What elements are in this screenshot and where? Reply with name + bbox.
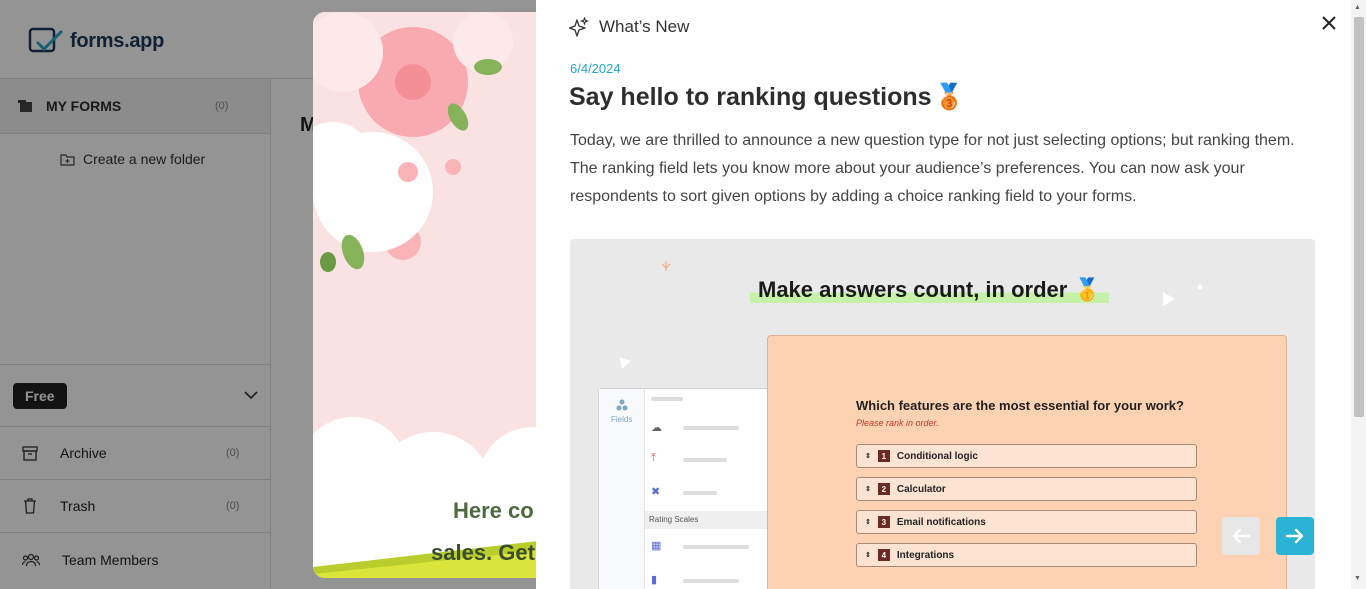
builder-row bbox=[651, 397, 683, 401]
drag-handle-icon: ⇕ bbox=[865, 486, 871, 493]
grid-icon: ▦ bbox=[651, 540, 662, 552]
rank-number: 1 bbox=[877, 450, 890, 462]
cross-icon: ✖ bbox=[651, 486, 661, 498]
post-headline: Say hello to ranking questions 🥉 bbox=[569, 83, 965, 112]
close-icon[interactable] bbox=[1319, 13, 1339, 33]
builder-row bbox=[683, 491, 717, 495]
post-date: 6/4/2024 bbox=[570, 61, 621, 76]
drag-handle-icon: ⇕ bbox=[865, 552, 871, 559]
ranking-option: ⇕ 1 Conditional logic bbox=[856, 444, 1197, 468]
ranking-question: Which features are the most essential fo… bbox=[856, 398, 1184, 413]
hero-title-text: Make answers count, in order bbox=[758, 277, 1068, 302]
post-hero-image: Make answers count, in order 🥇 Fields ☁ … bbox=[570, 239, 1315, 589]
promo-card: Here co sales. Get bbox=[313, 12, 573, 578]
rank-label: Calculator bbox=[896, 483, 946, 495]
rank-label: Email notifications bbox=[896, 516, 986, 528]
builder-row bbox=[683, 458, 727, 462]
rank-label: Integrations bbox=[896, 549, 955, 561]
form-builder-mock: Fields ☁ ⤒ ✖ Rating Scales ▦ ▮ bbox=[598, 388, 771, 589]
cloud-icon: ☁ bbox=[651, 422, 662, 434]
ranking-hint: Please rank in order. bbox=[856, 418, 939, 428]
builder-row bbox=[683, 545, 749, 549]
next-post-button[interactable] bbox=[1276, 517, 1314, 555]
previous-post-button[interactable] bbox=[1222, 517, 1260, 555]
drag-handle-icon: ⇕ bbox=[865, 519, 871, 526]
drag-handle-icon: ⇕ bbox=[865, 453, 871, 460]
whats-new-header: What’s New bbox=[569, 17, 689, 37]
builder-row bbox=[683, 579, 739, 583]
ranking-option: ⇕ 2 Calculator bbox=[856, 477, 1197, 501]
builder-row bbox=[683, 426, 739, 430]
rank-label: Conditional logic bbox=[896, 450, 978, 462]
rank-number: 3 bbox=[877, 516, 890, 528]
post-headline-text: Say hello to ranking questions bbox=[569, 83, 932, 111]
scroll-up-icon[interactable]: ▲ bbox=[1354, 4, 1361, 11]
post-body: Today, we are thrilled to announce a new… bbox=[570, 127, 1320, 211]
panel-scrollbar[interactable]: ▲ ▼ bbox=[1351, 0, 1366, 589]
whats-new-panel: What’s New 6/4/2024 Say hello to ranking… bbox=[536, 0, 1366, 589]
upload-icon: ⤒ bbox=[651, 452, 656, 464]
hero-title: Make answers count, in order 🥇 bbox=[750, 277, 1109, 303]
ranking-option: ⇕ 4 Integrations bbox=[856, 543, 1197, 567]
medal-emoji: 🥉 bbox=[933, 83, 965, 111]
promo-text-line-2: sales. Get bbox=[431, 540, 535, 565]
arrow-left-icon bbox=[1232, 528, 1251, 544]
builder-fields-column: Fields bbox=[599, 389, 645, 589]
hero-medal-emoji: 🥇 bbox=[1073, 277, 1101, 302]
sparkle-icon bbox=[569, 17, 589, 37]
promo-illustration bbox=[313, 12, 573, 578]
rank-number: 4 bbox=[877, 549, 890, 561]
builder-fields-label: Fields bbox=[611, 415, 633, 424]
rank-number: 2 bbox=[877, 483, 890, 495]
bars-icon: ▮ bbox=[651, 574, 658, 586]
ranking-option: ⇕ 3 Email notifications bbox=[856, 510, 1197, 534]
builder-rating-label: Rating Scales bbox=[645, 511, 771, 529]
post-paragraph-2: The ranking field lets you know more abo… bbox=[570, 160, 1245, 205]
fields-icon bbox=[616, 399, 628, 411]
whats-new-title: What’s New bbox=[599, 17, 690, 36]
arrow-right-icon bbox=[1285, 528, 1304, 544]
ranking-form-mock: Which features are the most essential fo… bbox=[767, 335, 1287, 589]
post-paragraph-1: Today, we are thrilled to announce a new… bbox=[570, 132, 1295, 149]
scroll-down-icon[interactable]: ▼ bbox=[1354, 575, 1361, 582]
scrollbar-thumb[interactable] bbox=[1354, 17, 1364, 417]
promo-text-line-1: Here co bbox=[453, 498, 534, 523]
